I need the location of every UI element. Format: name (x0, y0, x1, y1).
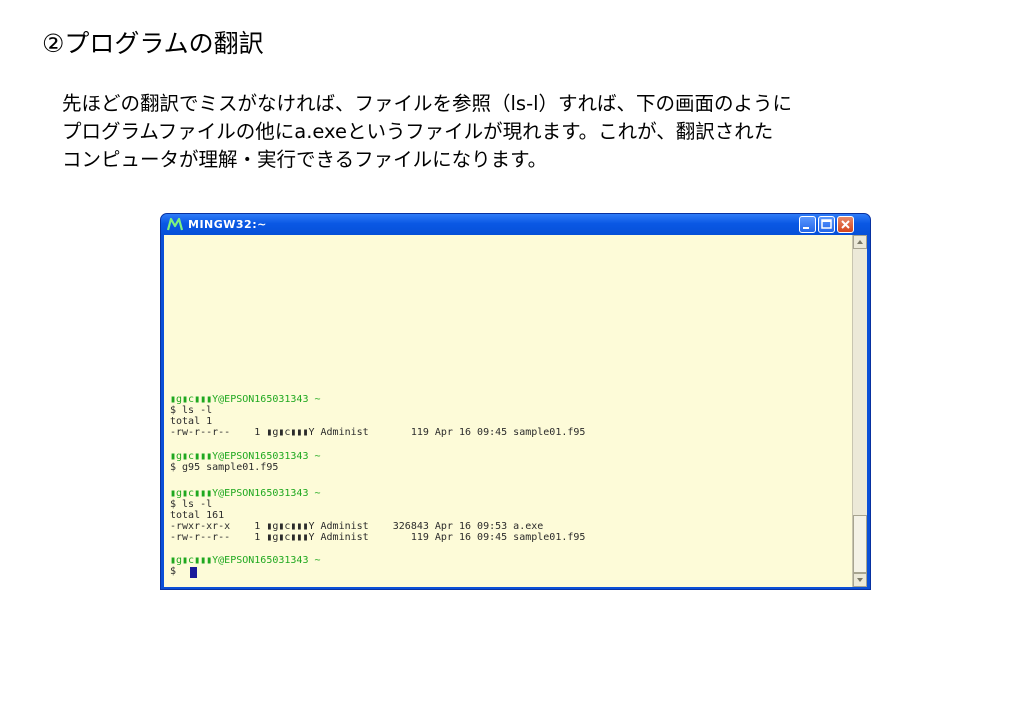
scroll-thumb[interactable] (853, 515, 867, 573)
slide-heading: ②プログラムの翻訳 (42, 29, 264, 58)
paragraph-line: 先ほどの翻訳でミスがなければ、ファイルを参照（ls-l）すれば、下の画面のように (62, 92, 793, 115)
console-line: total 1 (170, 416, 213, 427)
title-bar[interactable]: MINGW32:~ (161, 214, 870, 235)
arrow-down-icon (857, 578, 863, 582)
console-line: total 161 (170, 510, 225, 521)
paragraph-line: コンピュータが理解・実行できるファイルになります。 (62, 148, 548, 171)
maximize-button[interactable] (818, 216, 835, 233)
slide-paragraph: 先ほどの翻訳でミスがなければ、ファイルを参照（ls-l）すれば、下の画面のように… (62, 90, 962, 174)
console-line: ▮g▮c▮▮▮Y@EPSON165031343 ~ (170, 555, 321, 566)
arrow-up-icon (857, 240, 863, 244)
window-title: MINGW32:~ (188, 218, 267, 231)
console-line: $ ls -l (170, 405, 213, 416)
console-line: $ g95 sample01.f95 (170, 462, 279, 473)
paragraph-line: プログラムファイルの他にa.exeというファイルが現れます。これが、翻訳された (62, 120, 774, 143)
mingw-m-icon[interactable] (166, 216, 184, 232)
minimize-button[interactable] (799, 216, 816, 233)
console-line: ▮g▮c▮▮▮Y@EPSON165031343 ~ (170, 394, 321, 405)
console-output[interactable]: ▮g▮c▮▮▮Y@EPSON165031343 ~ $ ls -l total … (167, 235, 851, 587)
vertical-scrollbar[interactable] (852, 235, 867, 587)
scroll-up-button[interactable] (853, 235, 867, 249)
console-line: $ (170, 566, 177, 577)
terminal-client: ▮g▮c▮▮▮Y@EPSON165031343 ~ $ ls -l total … (164, 235, 867, 587)
close-button[interactable] (837, 216, 854, 233)
scroll-down-button[interactable] (853, 573, 867, 587)
console-line: -rwxr-xr-x 1 ▮g▮c▮▮▮Y Administ 326843 Ap… (170, 521, 544, 532)
text-cursor (190, 567, 197, 578)
console-line: -rw-r--r-- 1 ▮g▮c▮▮▮Y Administ 119 Apr 1… (170, 532, 586, 543)
console-line: $ ls -l (170, 499, 213, 510)
console-line: -rw-r--r-- 1 ▮g▮c▮▮▮Y Administ 119 Apr 1… (170, 427, 586, 438)
terminal-window: MINGW32:~ ▮g▮c▮▮▮Y@EPSON165031343 ~ $ ls… (160, 213, 871, 590)
console-line: ▮g▮c▮▮▮Y@EPSON165031343 ~ (170, 451, 321, 462)
console-line: ▮g▮c▮▮▮Y@EPSON165031343 ~ (170, 488, 321, 499)
